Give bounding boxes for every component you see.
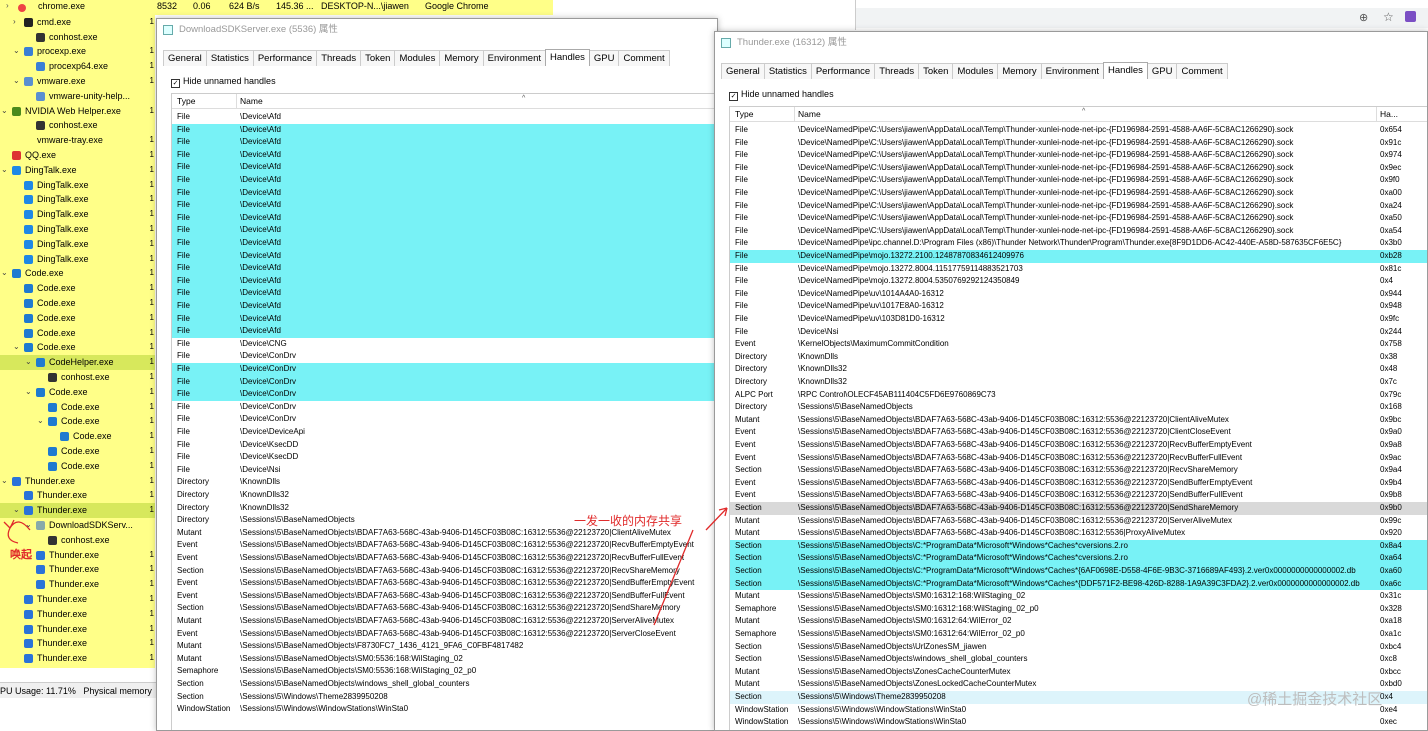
annotation-arrows — [3, 507, 728, 626]
arrow-down-line — [653, 529, 694, 626]
curved-arrow-icon — [3, 519, 31, 544]
arrow-up-line — [705, 507, 728, 531]
watermark: @稀土掘金技术社区 — [1247, 691, 1383, 708]
